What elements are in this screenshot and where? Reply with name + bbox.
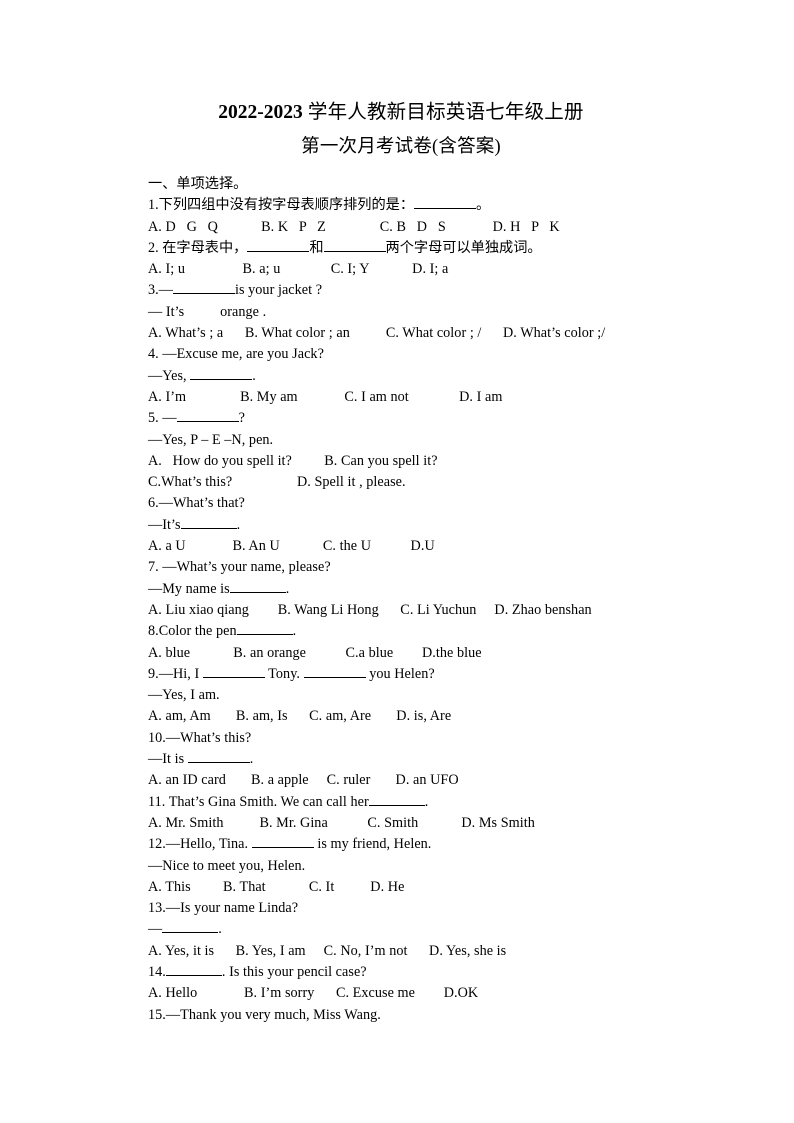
- question-10-answer-b: .: [249, 751, 254, 768]
- answer-blank: [229, 591, 286, 593]
- question-12-stem: 12.—Hello, Tina. is my friend, Helen.: [148, 834, 654, 855]
- question-4-stem: 4. —Excuse me, are you Jack?: [148, 346, 324, 363]
- answer-blank: [251, 847, 314, 849]
- question-10-options: A. an ID card B. a apple C. ruler D. an …: [148, 772, 459, 789]
- question-13-stem: 13.—Is your name Linda?: [148, 900, 299, 917]
- question-11-options: A. Mr. Smith B. Mr. Gina C. Smith D. Ms …: [148, 814, 535, 831]
- question-5-stem-text: 5. —: [148, 410, 177, 427]
- question-5-options-line-2: C.What’s this? D. Spell it , please.: [148, 474, 406, 491]
- question-14-stem-b: . Is this your pencil case?: [221, 963, 367, 980]
- title-rest: 学年人教新目标英语七年级上册: [302, 102, 584, 123]
- question-4-answer-b: .: [252, 367, 256, 384]
- question-7-answer-b: .: [285, 580, 290, 597]
- page-subtitle: 第一次月考试卷(含答案): [301, 137, 501, 157]
- question-9-stem-b: Tony.: [264, 665, 304, 682]
- question-3-stem-text: 3.—: [148, 282, 173, 299]
- answer-blank: [180, 527, 237, 529]
- question-2-stem-b: 和: [309, 239, 324, 256]
- question-2-stem-c: 两个字母可以单独成词。: [385, 239, 542, 256]
- question-7-options: A. Liu xiao qiang B. Wang Li Hong C. Li …: [148, 601, 592, 618]
- question-6-answer-b: .: [236, 516, 241, 533]
- question-13-answer-a: —: [148, 921, 163, 938]
- question-5-stem: 5. —?: [148, 408, 654, 429]
- question-11-stem-b: .: [424, 793, 429, 810]
- title-year: 2022-2023: [218, 102, 303, 123]
- question-3-answer: — It’s orange .: [148, 303, 267, 320]
- question-11-stem: 11. That’s Gina Smith. We can call her.: [148, 792, 654, 813]
- question-8-stem-b: .: [292, 623, 297, 640]
- question-12-answer: —Nice to meet you, Helen.: [148, 857, 306, 874]
- answer-blank: [187, 762, 250, 764]
- question-4-options: A. I’m B. My am C. I am not D. I am: [148, 388, 503, 405]
- question-9-answer: —Yes, I am.: [148, 687, 220, 704]
- question-5-answer: —Yes, P – E –N, pen.: [148, 431, 274, 448]
- question-3-options: A. What’s ; a B. What color ; an C. What…: [148, 325, 606, 342]
- question-5-stem-tail: ?: [238, 410, 245, 427]
- question-4-answer-a: —Yes,: [148, 367, 191, 384]
- question-1-stem-tail: 。: [476, 197, 491, 214]
- question-10-stem: 10.—What’s this?: [148, 729, 252, 746]
- section-heading-multiple-choice: 一、单项选择。: [148, 176, 248, 192]
- question-15-stem: 15.—Thank you very much, Miss Wang.: [148, 1006, 381, 1023]
- question-13-answer-b: .: [218, 921, 222, 938]
- question-9-stem-c: you Helen?: [365, 665, 435, 682]
- answer-blank: [414, 208, 477, 210]
- question-9-stem: 9.—Hi, I Tony. you Helen?: [148, 664, 654, 685]
- question-14-stem: 14. . Is this your pencil case?: [148, 962, 654, 983]
- answer-blank: [303, 676, 366, 678]
- answer-blank: [202, 676, 265, 678]
- answer-blank: [165, 974, 222, 976]
- question-8-options: A. blue B. an orange C.a blue D.the blue: [148, 644, 482, 661]
- answer-blank: [247, 250, 310, 252]
- question-12-options: A. This B. That C. It D. He: [148, 878, 405, 895]
- question-7-stem: 7. —What’s your name, please?: [148, 559, 331, 576]
- question-4-answer: —Yes, .: [148, 366, 654, 387]
- question-6-options: A. a U B. An U C. the U D.U: [148, 538, 435, 555]
- question-6-answer-a: —It’s: [148, 516, 181, 533]
- question-12-stem-a: 12.—Hello, Tina.: [148, 836, 252, 853]
- answer-blank: [190, 378, 253, 380]
- answer-blank: [176, 421, 239, 423]
- question-8-stem: 8.Color the pen.: [148, 621, 654, 642]
- question-9-stem-a: 9.—Hi, I: [148, 665, 203, 682]
- question-1-stem: 1.下列四组中没有按字母表顺序排列的是： 。: [148, 195, 654, 216]
- answer-blank: [323, 250, 386, 252]
- exam-body: 一、单项选择。 1.下列四组中没有按字母表顺序排列的是： 。 A. D G Q B…: [148, 174, 654, 1026]
- question-9-options: A. am, Am B. am, Is C. am, Are D. is, Ar…: [148, 708, 452, 725]
- exam-paper-page: 2022-2023 学年人教新目标英语七年级上册 第一次月考试卷(含答案) 一、…: [0, 0, 794, 1123]
- question-6-answer: —It’s.: [148, 515, 654, 536]
- question-7-answer-a: —My name is: [148, 580, 230, 597]
- question-13-options: A. Yes, it is B. Yes, I am C. No, I’m no…: [148, 942, 507, 959]
- question-2-stem-a: 2. 在字母表中，: [148, 239, 248, 256]
- question-1-stem-text: 1.下列四组中没有按字母表顺序排列的是：: [148, 197, 415, 214]
- question-1-options: A. D G Q B. K P Z C. B D S D. H P K: [148, 218, 560, 235]
- question-14-options: A. Hello B. I’m sorry C. Excuse me D.OK: [148, 985, 479, 1002]
- question-12-stem-b: is my friend, Helen.: [313, 836, 432, 853]
- question-3-stem: 3.— is your jacket ?: [148, 280, 654, 301]
- question-5-options-line-1: A. How do you spell it? B. Can you spell…: [148, 452, 438, 469]
- question-7-answer: —My name is.: [148, 579, 654, 600]
- question-3-stem-tail: is your jacket ?: [234, 282, 323, 299]
- question-10-answer-a: —It is: [148, 751, 188, 768]
- answer-blank: [172, 293, 235, 295]
- question-6-stem: 6.—What’s that?: [148, 495, 245, 512]
- answer-blank: [162, 932, 219, 934]
- question-14-stem-a: 14.: [148, 963, 166, 980]
- answer-blank: [368, 804, 425, 806]
- answer-blank: [236, 634, 293, 636]
- question-8-stem-a: 8.Color the pen: [148, 623, 237, 640]
- question-11-stem-a: 11. That’s Gina Smith. We can call her: [148, 793, 369, 810]
- question-13-answer: —.: [148, 919, 654, 940]
- question-10-answer: —It is .: [148, 749, 654, 770]
- question-2-stem: 2. 在字母表中， 和 两个字母可以单独成词。: [148, 238, 654, 259]
- page-title: 2022-2023 学年人教新目标英语七年级上册: [148, 96, 654, 130]
- question-2-options: A. I; u B. a; u C. I; Y D. I; a: [148, 261, 449, 278]
